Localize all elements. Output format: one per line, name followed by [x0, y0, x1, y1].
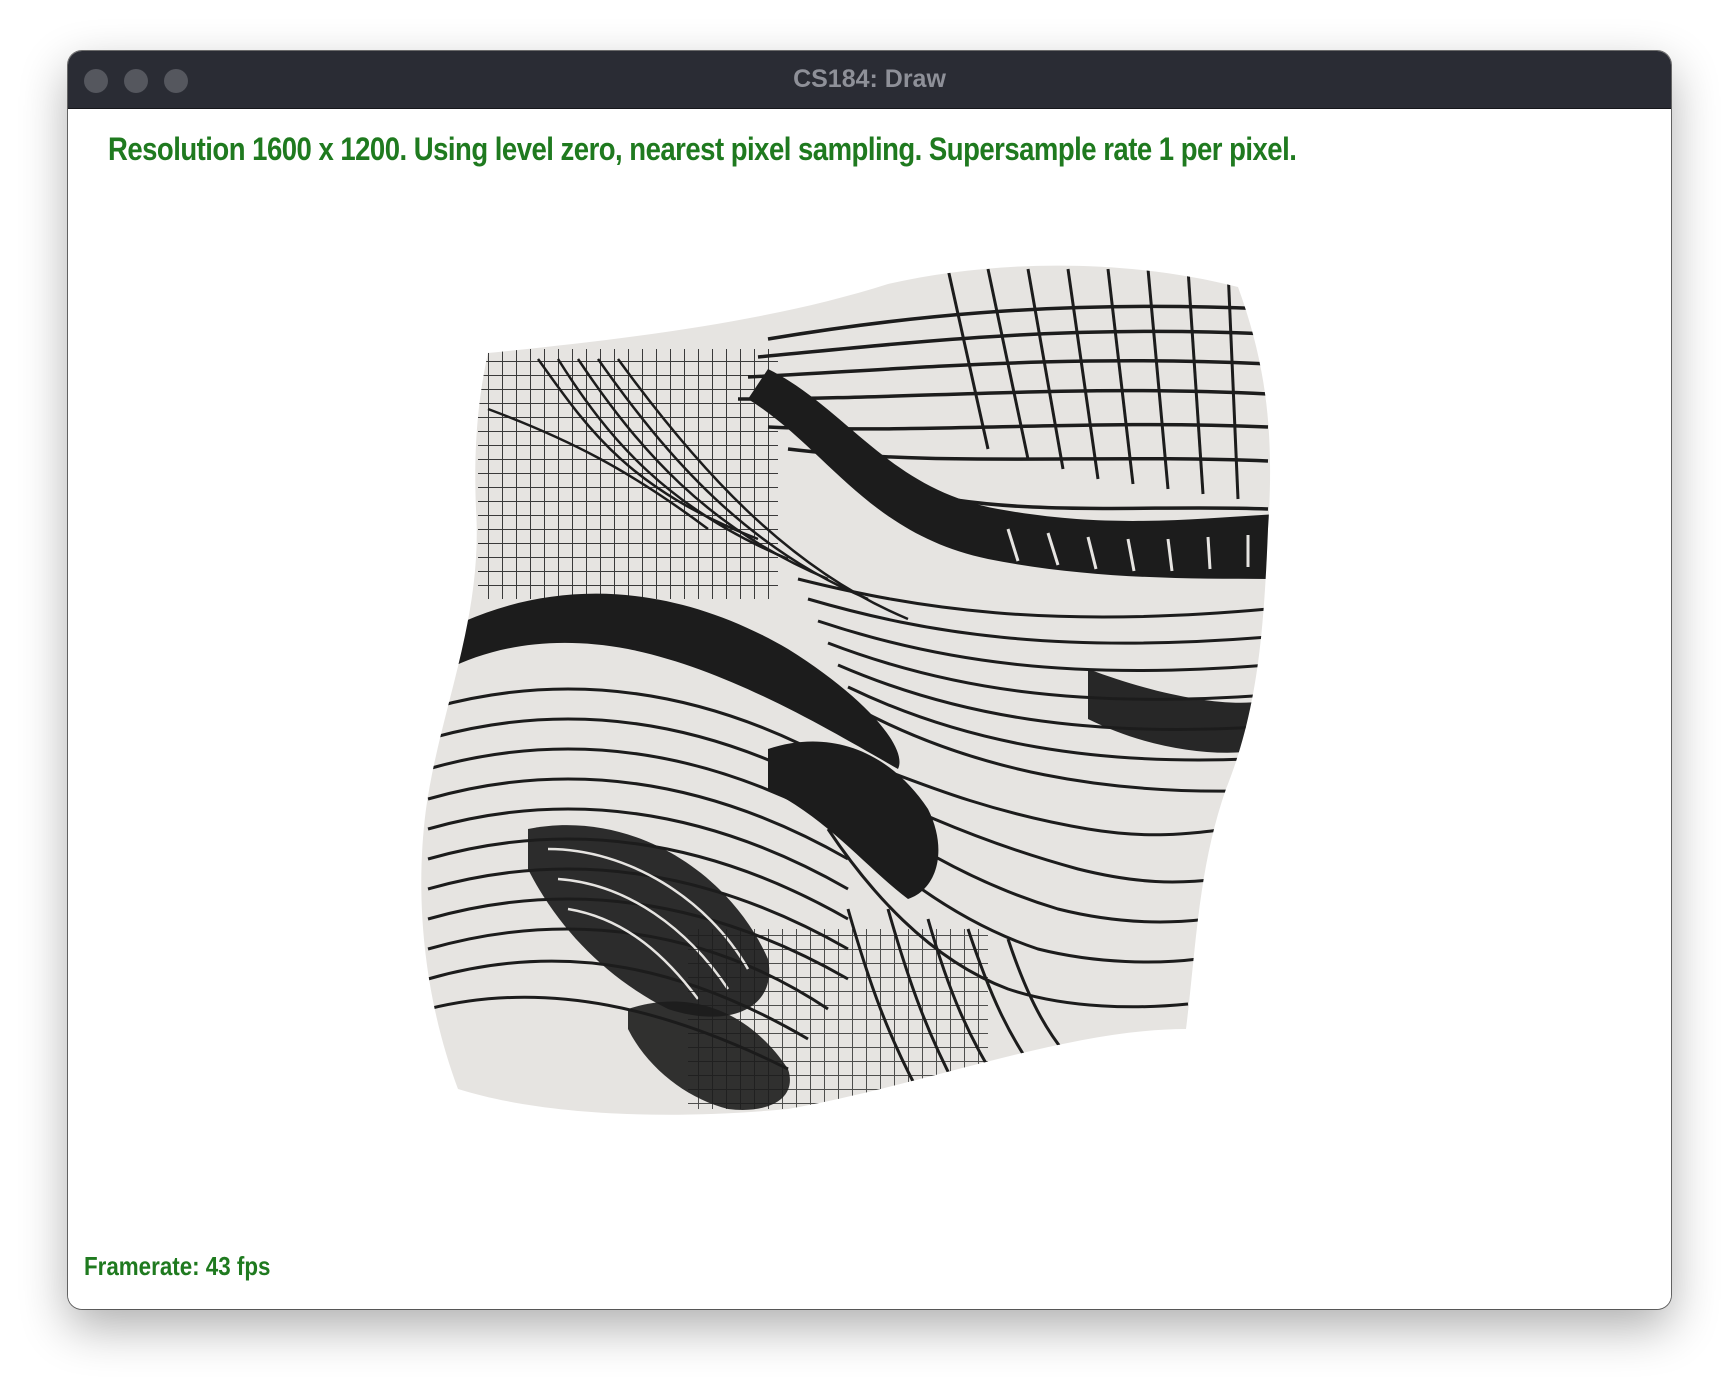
- framerate-text: Framerate: 43 fps: [84, 1251, 271, 1281]
- render-info-text: Resolution 1600 x 1200. Using level zero…: [108, 131, 1297, 167]
- rendered-texture-canvas: [421, 265, 1271, 1115]
- app-window: CS184: Draw Resolution 1600 x 1200. Usin…: [68, 51, 1671, 1309]
- render-viewport[interactable]: Resolution 1600 x 1200. Using level zero…: [68, 109, 1671, 1309]
- warped-texture: [421, 265, 1271, 1115]
- window-title: CS184: Draw: [793, 65, 946, 93]
- title-bar[interactable]: CS184: Draw: [68, 51, 1671, 109]
